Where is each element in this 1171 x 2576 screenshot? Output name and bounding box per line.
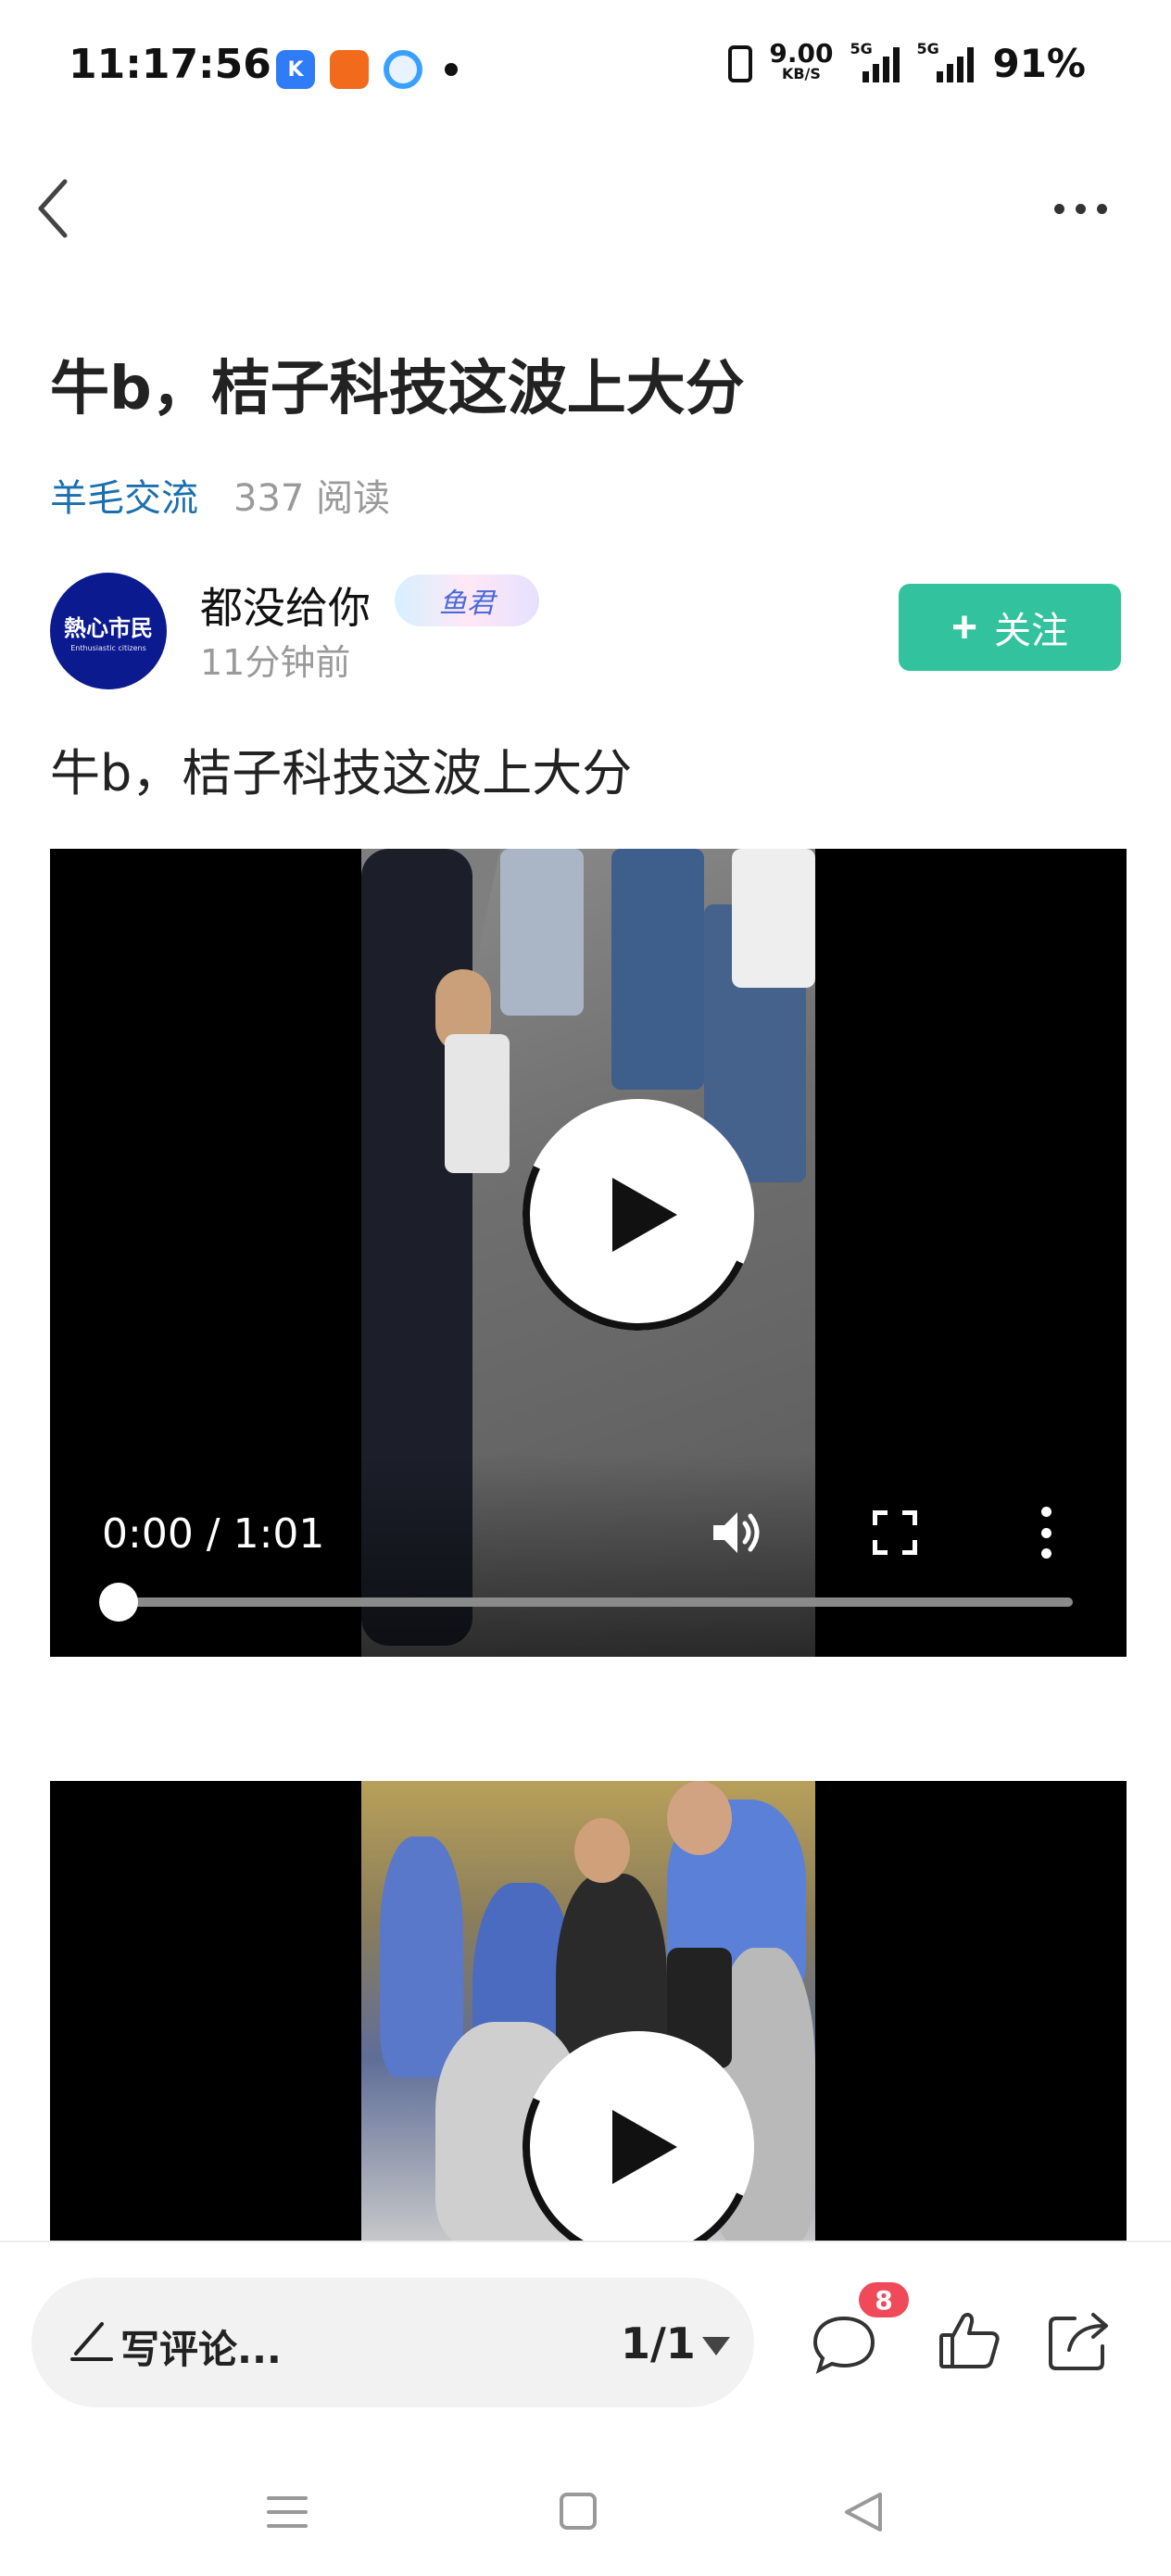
category-link[interactable]: 羊毛交流 <box>50 468 198 522</box>
comment-icon[interactable] <box>812 2315 876 2374</box>
system-navigation <box>0 2454 1171 2576</box>
progress-track[interactable] <box>119 1597 1073 1607</box>
thumbs-up-icon[interactable] <box>938 2309 1001 2372</box>
article-body: 牛b，桔子科技这波上大分 <box>50 744 633 802</box>
menu-icon[interactable] <box>265 2493 309 2532</box>
article-meta: 羊毛交流 337 阅读 <box>50 468 390 522</box>
status-bar: 11:17:56 K 9.00 KB/S 5G 5G 91% <box>0 0 1171 139</box>
comment-count-badge: 8 <box>856 2279 912 2320</box>
video-player-1[interactable]: 0:00 / 1:01 <box>50 849 1127 1657</box>
cloud-app-icon <box>384 50 422 89</box>
nav-back-icon[interactable] <box>841 2491 886 2533</box>
follow-button[interactable]: + 关注 <box>899 584 1121 671</box>
fullscreen-icon[interactable] <box>872 1509 918 1556</box>
notification-dot-icon <box>445 63 458 76</box>
network-speed: 9.00 KB/S <box>769 37 834 84</box>
share-icon[interactable] <box>1047 2309 1112 2372</box>
pencil-icon <box>69 2317 115 2363</box>
follow-label: 关注 <box>994 611 1069 651</box>
battery-level: 91% <box>992 41 1086 86</box>
back-arrow-icon[interactable] <box>33 176 78 241</box>
status-time: 11:17:56 <box>69 41 271 88</box>
speed-value: 9.00 <box>769 37 834 69</box>
kugou-icon: K <box>276 50 315 89</box>
page-count[interactable]: 1/1 <box>621 2318 696 2368</box>
post-time: 11分钟前 <box>200 642 351 683</box>
plus-icon: + <box>951 602 978 652</box>
play-button[interactable] <box>523 1099 754 1331</box>
volume-icon[interactable] <box>710 1507 765 1559</box>
status-indicators: 9.00 KB/S 5G 5G 91% <box>728 37 1086 86</box>
progress-thumb[interactable] <box>99 1583 138 1622</box>
network-label-2: 5G <box>916 39 939 57</box>
video-player-2[interactable] <box>50 1781 1127 2244</box>
network-label-1: 5G <box>850 39 873 57</box>
bottom-action-bar: 写评论... 1/1 8 <box>0 2241 1171 2454</box>
read-count: 337 阅读 <box>233 477 391 520</box>
video-controls: 0:00 / 1:01 <box>50 1453 1127 1657</box>
video-options-icon[interactable] <box>1041 1507 1052 1559</box>
author-row: 熱心市民 Enthusiastic citizens 都没给你 鱼君 11分钟前… <box>50 573 1121 693</box>
avatar[interactable]: 熱心市民 Enthusiastic citizens <box>50 573 167 689</box>
user-badge: 鱼君 <box>395 575 539 626</box>
signal-icon-2: 5G <box>916 40 976 82</box>
more-options-icon[interactable] <box>1054 195 1119 222</box>
comment-input[interactable]: 写评论... 1/1 <box>31 2278 754 2407</box>
chevron-down-icon[interactable] <box>702 2337 730 2357</box>
home-icon[interactable] <box>558 2491 598 2532</box>
vibrate-icon <box>728 44 753 82</box>
video-time: 0:00 / 1:01 <box>102 1510 325 1558</box>
article-page: 11:17:56 K 9.00 KB/S 5G 5G 91% 牛b，桔子科技这波… <box>0 0 1171 2576</box>
article-title: 牛b，桔子科技这波上大分 <box>50 355 745 423</box>
orange-app-icon <box>330 50 369 89</box>
comment-placeholder: 写评论... <box>120 2327 282 2372</box>
avatar-text: 熱心市民 <box>64 615 153 641</box>
signal-icon-1: 5G <box>850 40 900 82</box>
status-app-icons: K <box>276 50 458 89</box>
avatar-subtext: Enthusiastic citizens <box>70 644 146 652</box>
author-name[interactable]: 都没给你 <box>200 575 371 636</box>
